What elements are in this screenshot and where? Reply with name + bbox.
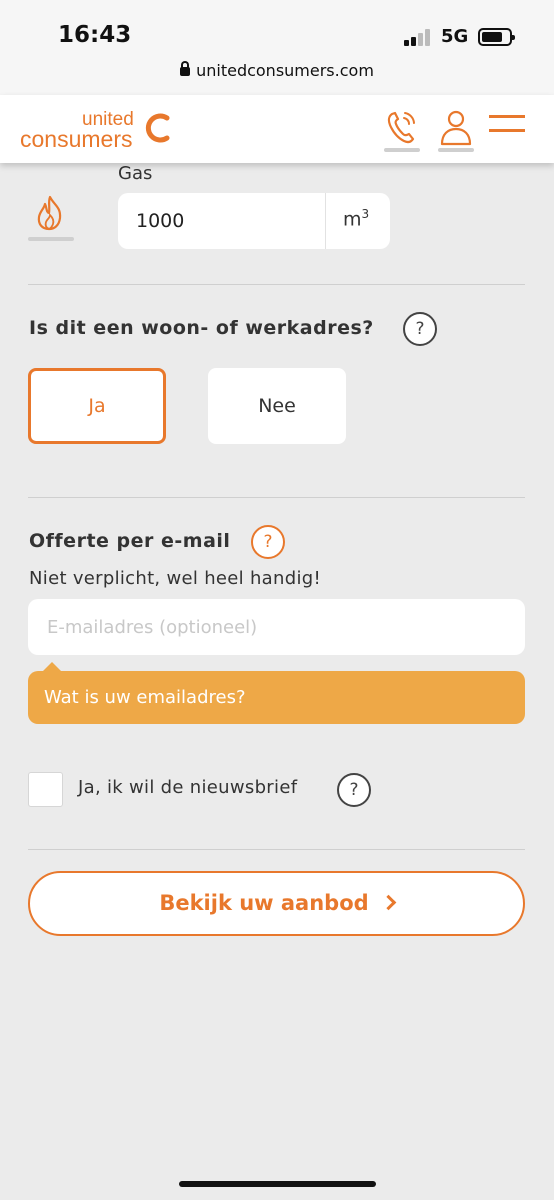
address-bar[interactable]: unitedconsumers.com — [0, 61, 554, 80]
option-ja-button[interactable]: Ja — [28, 368, 166, 444]
gas-unit: m3 — [343, 207, 370, 231]
phone-icon[interactable] — [384, 108, 420, 152]
newsletter-label[interactable]: Ja, ik wil de nieuwsbrief — [78, 777, 297, 798]
help-icon-address[interactable]: ? — [403, 312, 437, 346]
battery-icon — [478, 28, 515, 46]
menu-icon[interactable] — [489, 108, 525, 152]
view-offer-button[interactable]: Bekijk uw aanbod — [28, 871, 525, 936]
email-tooltip: Wat is uw emailadres? — [28, 662, 525, 724]
logo-text-bottom: consumers — [20, 126, 133, 152]
email-field[interactable] — [28, 599, 525, 655]
status-bar: 16:43 5G unitedconsumers.com — [0, 0, 554, 95]
chevron-right-icon — [380, 894, 396, 911]
logo-c-icon — [145, 113, 170, 143]
signal-icon — [404, 28, 434, 46]
flame-icon — [28, 191, 74, 243]
help-icon-newsletter[interactable]: ? — [337, 773, 371, 807]
account-icon[interactable] — [438, 108, 474, 152]
url-text: unitedconsumers.com — [196, 61, 374, 80]
cta-label: Bekijk uw aanbod — [159, 891, 369, 915]
lock-icon — [180, 61, 191, 76]
newsletter-checkbox[interactable] — [28, 772, 63, 807]
divider — [28, 284, 525, 285]
network-label: 5G — [441, 26, 469, 47]
status-time: 16:43 — [58, 22, 132, 48]
divider — [28, 497, 525, 498]
gas-usage-field[interactable]: 1000 m3 — [118, 193, 390, 249]
brand-logo[interactable]: united consumers — [20, 107, 180, 153]
address-question-title: Is dit een woon- of werkadres? — [29, 317, 374, 339]
divider — [325, 193, 326, 249]
gas-label: Gas — [118, 163, 153, 184]
email-subtitle: Niet verplicht, wel heel handig! — [29, 568, 321, 589]
divider — [28, 849, 525, 850]
home-indicator[interactable] — [179, 1181, 376, 1187]
gas-usage-value[interactable]: 1000 — [136, 210, 184, 232]
email-section-title: Offerte per e-mail — [29, 530, 231, 552]
option-nee-button[interactable]: Nee — [208, 368, 346, 444]
help-icon-email[interactable]: ? — [251, 525, 285, 559]
site-header: united consumers — [0, 95, 554, 163]
